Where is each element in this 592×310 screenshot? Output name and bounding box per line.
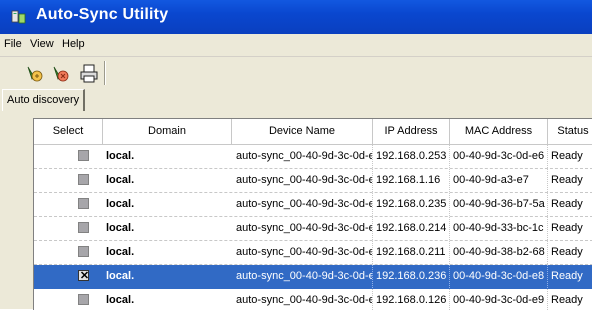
- domain-cell: local.: [106, 150, 135, 162]
- device-name-cell: auto-sync_00-40-9d-3c-0d-e: [236, 217, 373, 240]
- mac-address-cell: 00-40-9d-3c-0d-e6: [453, 145, 548, 168]
- print-icon[interactable]: [78, 61, 100, 85]
- device-name-cell: auto-sync_00-40-9d-3c-0d-e: [236, 169, 373, 192]
- mac-address-cell: 00-40-9d-38-b2-68: [453, 241, 548, 264]
- table-row[interactable]: local. auto-sync_00-40-9d-3c-0d-e 192.168.…: [34, 241, 592, 265]
- header-select[interactable]: Select: [34, 119, 103, 144]
- table-row[interactable]: local. auto-sync_00-40-9d-3c-0d-e 192.168.…: [34, 289, 592, 310]
- select-checkbox[interactable]: [78, 222, 89, 233]
- status-cell: Ready: [551, 270, 583, 282]
- select-checkbox[interactable]: [78, 174, 89, 185]
- mac-address-cell: 00-40-9d-33-bc-1c: [453, 217, 548, 240]
- status-cell: Ready: [551, 222, 583, 234]
- select-checkbox[interactable]: [78, 246, 89, 257]
- table-row[interactable]: local. auto-sync_00-40-9d-3c-0d-e 192.168.…: [34, 145, 592, 169]
- table-row[interactable]: local. auto-sync_00-40-9d-3c-0d-e 192.168.…: [34, 193, 592, 217]
- device-name-cell: auto-sync_00-40-9d-3c-0d-e: [236, 241, 373, 264]
- header-domain[interactable]: Domain: [103, 119, 232, 144]
- menu-view[interactable]: View: [30, 38, 54, 50]
- mac-address-cell: 00-40-9d-3c-0d-e9: [453, 289, 548, 310]
- menu-bar: File View Help: [0, 34, 592, 57]
- header-device-name[interactable]: Device Name: [232, 119, 373, 144]
- ip-address-cell: 192.168.0.126: [376, 289, 450, 310]
- toolbar: [0, 57, 592, 89]
- select-checkbox[interactable]: [78, 198, 89, 209]
- header-ip-address[interactable]: IP Address: [373, 119, 450, 144]
- table-header: Select Domain Device Name IP Address MAC…: [34, 119, 592, 145]
- domain-cell: local.: [106, 222, 135, 234]
- discover-icon[interactable]: [24, 61, 46, 85]
- grid-area: Select Domain Device Name IP Address MAC…: [0, 111, 592, 310]
- device-table: Select Domain Device Name IP Address MAC…: [33, 118, 592, 310]
- mac-address-cell: 00-40-9d-a3-e7: [453, 169, 548, 192]
- domain-cell: local.: [106, 198, 135, 210]
- menu-help[interactable]: Help: [62, 38, 85, 50]
- ip-address-cell: 192.168.0.235: [376, 193, 450, 216]
- device-name-cell: auto-sync_00-40-9d-3c-0d-e: [236, 289, 373, 310]
- select-checkbox[interactable]: [78, 150, 89, 161]
- device-name-cell: auto-sync_00-40-9d-3c-0d-e: [236, 145, 373, 168]
- ip-address-cell: 192.168.0.236: [376, 265, 450, 288]
- domain-cell: local.: [106, 270, 135, 282]
- title-bar[interactable]: Auto-Sync Utility: [0, 0, 592, 34]
- toolbar-separator: [104, 61, 106, 85]
- status-cell: Ready: [551, 246, 583, 258]
- ip-address-cell: 192.168.0.211: [376, 241, 450, 264]
- device-name-cell: auto-sync_00-40-9d-3c-0d-e(: [236, 265, 373, 288]
- header-mac-address[interactable]: MAC Address: [450, 119, 548, 144]
- mac-address-cell: 00-40-9d-3c-0d-e8: [453, 265, 548, 288]
- select-checkbox[interactable]: ✕: [78, 270, 90, 282]
- ip-address-cell: 192.168.1.16: [376, 169, 450, 192]
- domain-cell: local.: [106, 246, 135, 258]
- domain-cell: local.: [106, 294, 135, 306]
- table-row[interactable]: ✕ local. auto-sync_00-40-9d-3c-0d-e(192.16…: [34, 265, 592, 289]
- status-cell: Ready: [551, 150, 583, 162]
- mac-address-cell: 00-40-9d-36-b7-5a: [453, 193, 548, 216]
- app-icon: [11, 10, 26, 24]
- status-cell: Ready: [551, 294, 583, 306]
- header-status[interactable]: Status: [548, 119, 592, 144]
- status-cell: Ready: [551, 174, 583, 186]
- select-checkbox[interactable]: [78, 294, 89, 305]
- table-row[interactable]: local. auto-sync_00-40-9d-3c-0d-e 192.168.…: [34, 169, 592, 193]
- menu-file[interactable]: File: [4, 38, 22, 50]
- tab-auto-discovery[interactable]: Auto discovery: [2, 89, 86, 111]
- domain-cell: local.: [106, 174, 135, 186]
- sync-icon[interactable]: [50, 61, 72, 85]
- checkmark-icon: ✕: [79, 270, 90, 282]
- tab-strip: Auto discovery: [0, 89, 592, 112]
- table-row[interactable]: local. auto-sync_00-40-9d-3c-0d-e 192.168.…: [34, 217, 592, 241]
- ip-address-cell: 192.168.0.253: [376, 145, 450, 168]
- device-name-cell: auto-sync_00-40-9d-3c-0d-e: [236, 193, 373, 216]
- window-title: Auto-Sync Utility: [36, 6, 169, 23]
- status-cell: Ready: [551, 198, 583, 210]
- ip-address-cell: 192.168.0.214: [376, 217, 450, 240]
